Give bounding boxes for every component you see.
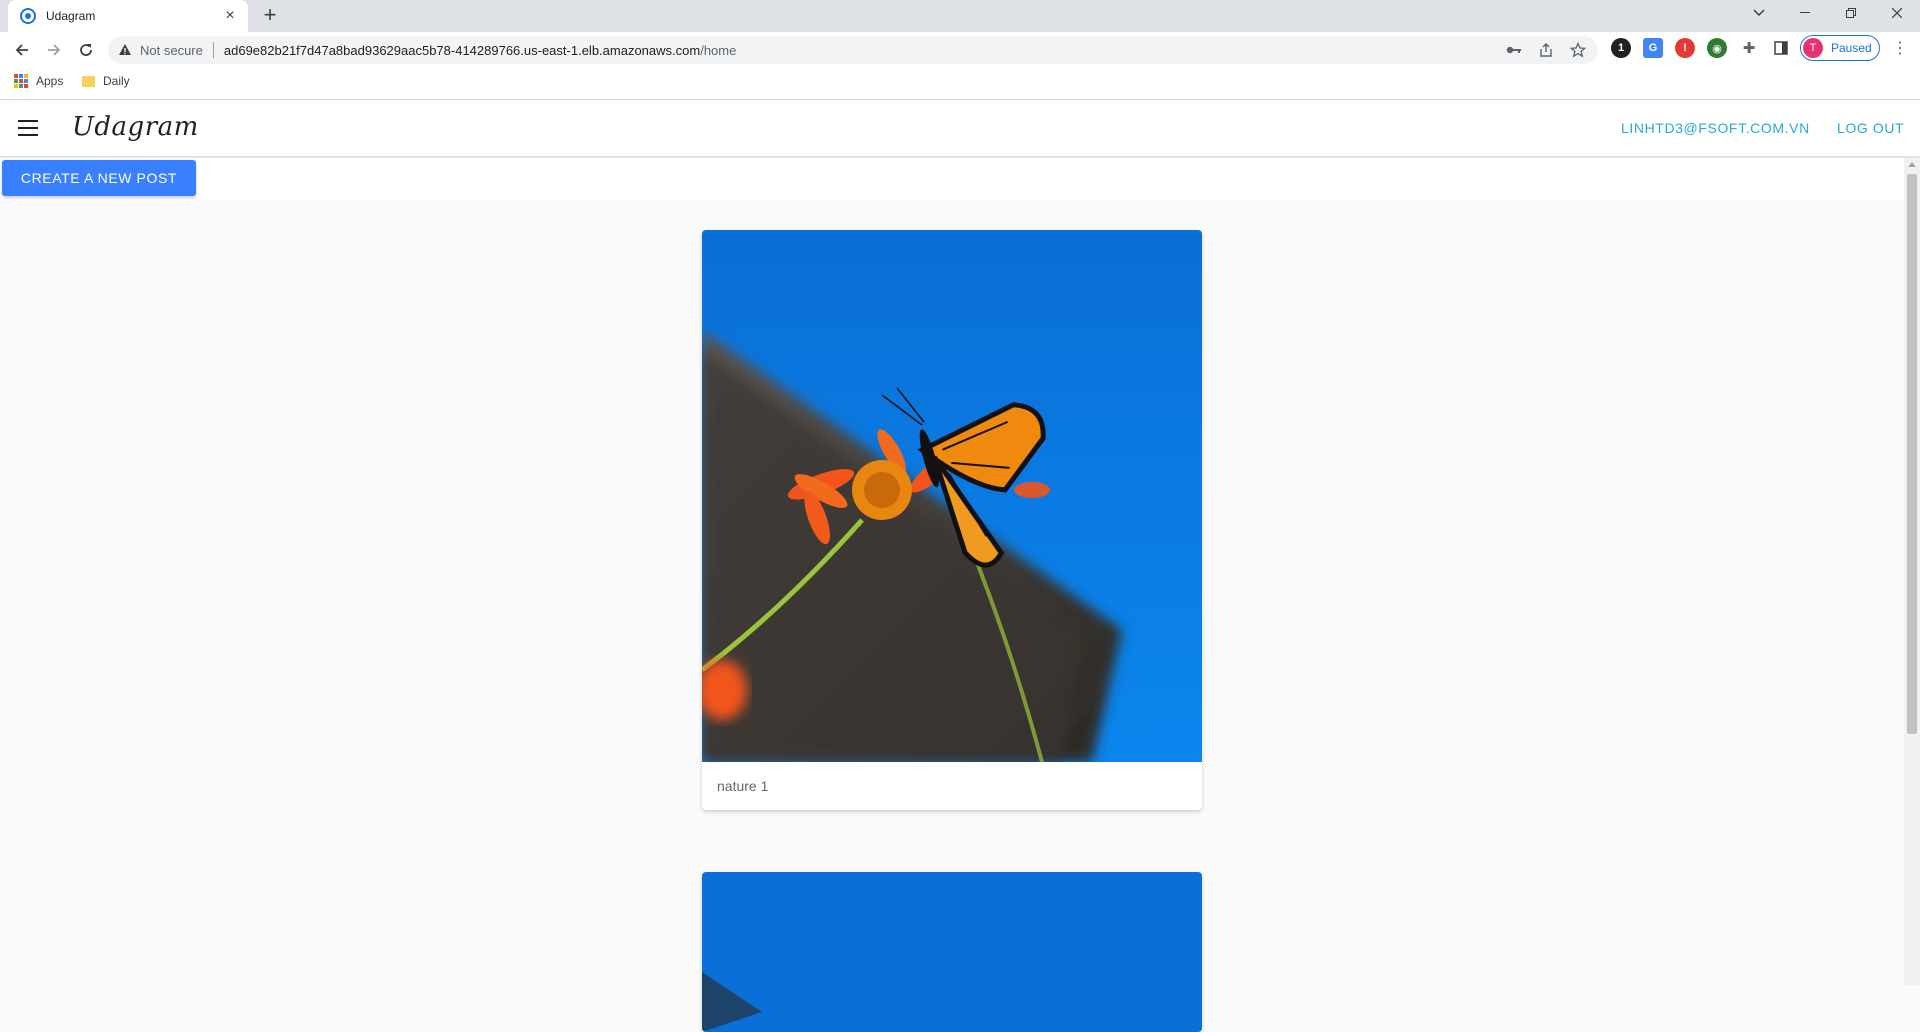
not-secure-label[interactable]: Not secure: [140, 43, 203, 58]
scroll-thumb[interactable]: [1907, 174, 1917, 734]
url-host: ad69e82b21f7d47a8bad93629aac5b78-4142897…: [223, 42, 701, 58]
tab-search-icon[interactable]: [1736, 0, 1782, 26]
extension-1password-icon[interactable]: 1: [1611, 38, 1631, 58]
user-email-link[interactable]: LINHTD3@FSOFT.COM.VN: [1621, 120, 1810, 136]
profile-button[interactable]: T Paused: [1800, 35, 1880, 61]
minimize-icon[interactable]: [1782, 0, 1828, 26]
address-bar[interactable]: Not secure ad69e82b21f7d47a8bad93629aac5…: [108, 36, 1598, 64]
browser-menu-icon[interactable]: ⋮: [1890, 38, 1910, 58]
reload-icon[interactable]: [74, 38, 98, 62]
url-separator: [212, 42, 214, 58]
udagram-favicon-icon: [20, 8, 36, 24]
share-icon[interactable]: [1536, 40, 1556, 60]
create-post-button[interactable]: CREATE A NEW POST: [2, 160, 196, 196]
menu-icon[interactable]: [18, 120, 38, 136]
avatar: T: [1803, 38, 1823, 58]
apps-grid-icon: [14, 74, 28, 88]
side-panel-icon[interactable]: [1771, 38, 1791, 58]
tab-close-icon[interactable]: ×: [220, 6, 240, 26]
app-header: Udagram LINHTD3@FSOFT.COM.VN LOG OUT: [0, 100, 1920, 157]
main-content: CREATE A NEW POST nature 1: [0, 158, 1904, 1032]
scroll-up-icon[interactable]: [1908, 162, 1916, 167]
bookmark-apps[interactable]: Apps: [14, 74, 63, 88]
folder-icon: [82, 75, 95, 87]
key-icon[interactable]: [1504, 40, 1524, 60]
extension-translate-icon[interactable]: G: [1643, 38, 1663, 58]
browser-tab[interactable]: Udagram ×: [8, 0, 248, 32]
profile-status: Paused: [1831, 41, 1872, 55]
app-brand[interactable]: Udagram: [72, 112, 199, 142]
tab-title: Udagram: [46, 9, 96, 23]
close-window-icon[interactable]: [1874, 0, 1920, 26]
page-scrollbar[interactable]: [1904, 158, 1920, 985]
bookmark-star-icon[interactable]: [1568, 40, 1588, 60]
warning-icon[interactable]: [118, 43, 132, 57]
browser-toolbar: Not secure ad69e82b21f7d47a8bad93629aac5…: [0, 32, 1920, 68]
back-icon[interactable]: [10, 38, 34, 62]
new-tab-icon[interactable]: +: [258, 4, 282, 28]
forward-icon[interactable]: [42, 38, 66, 62]
restore-icon[interactable]: [1828, 0, 1874, 26]
extension-globe-icon[interactable]: ◉: [1707, 38, 1727, 58]
url-path: /home: [700, 42, 737, 58]
bookmarks-bar: Apps Daily: [0, 68, 1920, 100]
bookmark-apps-label: Apps: [36, 74, 64, 88]
toolbar-row: CREATE A NEW POST: [0, 158, 1904, 200]
extension-adblock-icon[interactable]: !: [1675, 38, 1695, 58]
post-image[interactable]: [702, 872, 1202, 1032]
post-image[interactable]: [702, 230, 1202, 762]
browser-tabstrip: Udagram × +: [0, 0, 1920, 32]
post-card: [702, 872, 1202, 1032]
extensions-puzzle-icon[interactable]: ✚: [1739, 38, 1759, 58]
post-caption: nature 1: [717, 778, 769, 794]
post-card: nature 1: [702, 230, 1202, 810]
bookmark-daily-label: Daily: [103, 74, 130, 88]
bookmark-daily[interactable]: Daily: [82, 74, 130, 88]
logout-button[interactable]: LOG OUT: [1837, 120, 1904, 136]
